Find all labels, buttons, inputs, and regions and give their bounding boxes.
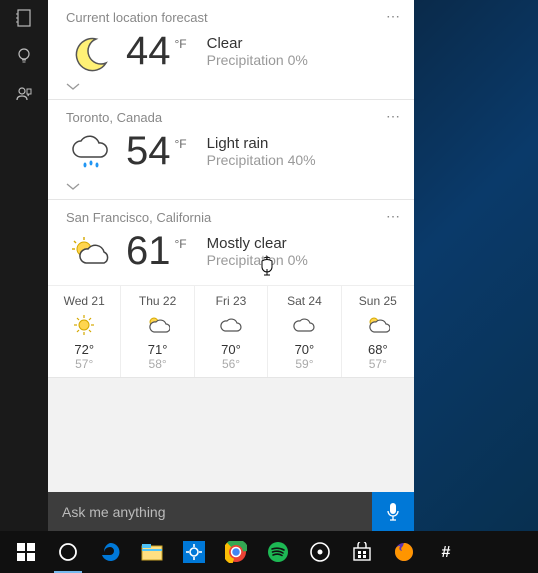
forecast-day[interactable]: Fri 23 70°56° xyxy=(195,286,268,377)
taskbar-file-explorer[interactable] xyxy=(132,531,172,573)
precipitation-text: Precipitation 0% xyxy=(207,52,308,68)
taskbar-store[interactable] xyxy=(342,531,382,573)
card-more-button[interactable]: ⋯ xyxy=(386,8,402,25)
temperature-unit: °F xyxy=(175,237,187,251)
forecast-low: 59° xyxy=(268,357,340,371)
weather-card-current-location[interactable]: ⋯ Current location forecast 44 °F Clear … xyxy=(48,0,414,100)
card-more-button[interactable]: ⋯ xyxy=(386,208,402,225)
cloudy-icon xyxy=(195,312,267,338)
temperature-unit: °F xyxy=(175,37,187,51)
sunny-icon xyxy=(48,312,120,338)
forecast-high: 68° xyxy=(342,342,414,357)
partly-sunny-icon xyxy=(342,312,414,338)
forecast-low: 56° xyxy=(195,357,267,371)
desktop-background xyxy=(414,0,538,531)
card-header: San Francisco, California xyxy=(66,210,396,225)
taskbar: # xyxy=(0,531,538,573)
forecast-high: 70° xyxy=(195,342,267,357)
expand-button[interactable] xyxy=(66,179,396,193)
taskbar-firefox[interactable] xyxy=(384,531,424,573)
forecast-day-label: Wed 21 xyxy=(48,294,120,308)
condition-text: Clear xyxy=(207,35,308,52)
taskbar-start[interactable] xyxy=(6,531,46,573)
weather-card-toronto[interactable]: ⋯ Toronto, Canada 54 °F Light rain Preci… xyxy=(48,100,414,200)
forecast-day[interactable]: Wed 21 72°57° xyxy=(48,286,121,377)
forecast-day[interactable]: Sat 24 70°59° xyxy=(268,286,341,377)
forecast-low: 58° xyxy=(121,357,193,371)
condition-text: Light rain xyxy=(207,135,316,152)
taskbar-cortana[interactable] xyxy=(48,531,88,573)
microphone-button[interactable] xyxy=(372,492,414,531)
moon-icon xyxy=(66,31,114,79)
forecast-day[interactable]: Sun 25 68°57° xyxy=(342,286,414,377)
cortana-search-bar xyxy=(48,492,414,531)
svg-text:#: # xyxy=(442,544,451,561)
temperature-value: 61 xyxy=(126,231,171,271)
condition-text: Mostly clear xyxy=(207,235,308,252)
cortana-panel: ⋯ Current location forecast 44 °F Clear … xyxy=(48,0,414,492)
search-input[interactable] xyxy=(48,492,372,531)
chevron-down-icon xyxy=(66,183,80,191)
partly-sunny-icon xyxy=(66,231,114,279)
partly-sunny-icon xyxy=(121,312,193,338)
lightbulb-icon[interactable] xyxy=(12,44,36,68)
forecast-day-label: Sat 24 xyxy=(268,294,340,308)
forecast-high: 72° xyxy=(48,342,120,357)
forecast-day[interactable]: Thu 22 71°58° xyxy=(121,286,194,377)
forecast-high: 70° xyxy=(268,342,340,357)
feedback-icon[interactable] xyxy=(12,82,36,106)
card-more-button[interactable]: ⋯ xyxy=(386,108,402,125)
cortana-left-rail xyxy=(0,0,48,531)
taskbar-chrome[interactable] xyxy=(216,531,256,573)
microphone-icon xyxy=(386,502,400,522)
taskbar-settings[interactable] xyxy=(174,531,214,573)
precipitation-text: Precipitation 40% xyxy=(207,152,316,168)
weather-card-san-francisco[interactable]: ⋯ San Francisco, California 61 °F Mostly… xyxy=(48,200,414,378)
card-header: Current location forecast xyxy=(66,10,396,25)
taskbar-edge[interactable] xyxy=(90,531,130,573)
temperature-value: 44 xyxy=(126,31,171,71)
rain-icon xyxy=(66,131,114,179)
forecast-day-label: Sun 25 xyxy=(342,294,414,308)
taskbar-slack[interactable]: # xyxy=(426,531,466,573)
chevron-down-icon xyxy=(66,83,80,91)
forecast-low: 57° xyxy=(48,357,120,371)
taskbar-spotify[interactable] xyxy=(258,531,298,573)
card-header: Toronto, Canada xyxy=(66,110,396,125)
notebook-icon[interactable] xyxy=(12,6,36,30)
temperature-value: 54 xyxy=(126,131,171,171)
taskbar-disc[interactable] xyxy=(300,531,340,573)
cloudy-icon xyxy=(268,312,340,338)
forecast-row: Wed 2172°57°Thu 2271°58°Fri 2370°56°Sat … xyxy=(48,285,414,377)
forecast-day-label: Thu 22 xyxy=(121,294,193,308)
forecast-high: 71° xyxy=(121,342,193,357)
expand-button[interactable] xyxy=(66,79,396,93)
temperature-unit: °F xyxy=(175,137,187,151)
forecast-low: 57° xyxy=(342,357,414,371)
precipitation-text: Precipitation 0% xyxy=(207,252,308,268)
forecast-day-label: Fri 23 xyxy=(195,294,267,308)
